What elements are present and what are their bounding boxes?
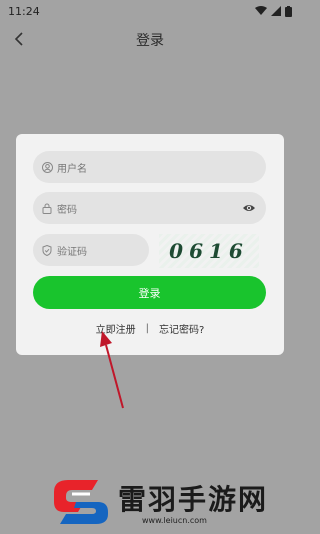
watermark-logo [54,480,108,524]
status-time: 11:24 [8,4,40,18]
username-placeholder: 用户名 [57,163,87,175]
login-button[interactable]: 登录 [33,276,266,309]
status-bar: 11:24 [0,0,300,22]
title-bar: 登录 [0,22,300,58]
forgot-password-link[interactable]: 忘记密码? [159,321,204,336]
status-icons [255,5,292,17]
username-field[interactable]: 用户名 [33,151,266,183]
lock-icon [41,202,53,214]
captcha-image[interactable]: 0616 [159,234,259,268]
shield-icon [41,244,53,256]
register-link[interactable]: 立即注册 [96,321,136,336]
watermark-title: 雷羽手游网 [118,483,269,516]
user-icon [41,161,53,173]
wifi-icon [255,6,267,15]
captcha-text: 0616 [169,239,249,263]
link-separator: | [145,322,150,334]
watermark: 雷羽手游网 www.leiucn.com [46,474,306,534]
verify-code-placeholder: 验证码 [57,246,87,258]
password-field[interactable]: 密码 [33,192,266,224]
eye-icon[interactable] [242,201,256,215]
watermark-url: www.leiucn.com [142,516,207,525]
chevron-left-icon [14,32,23,46]
back-button[interactable] [8,28,30,50]
battery-icon [285,5,292,17]
password-placeholder: 密码 [57,204,77,216]
signal-icon [271,6,281,16]
verify-code-field[interactable]: 验证码 [33,234,149,266]
page-title: 登录 [136,33,164,49]
login-card: 用户名 密码 验证码 0616 登录 立即注册 | 忘记密码? [16,134,284,355]
auth-links: 立即注册 | 忘记密码? [16,320,284,336]
